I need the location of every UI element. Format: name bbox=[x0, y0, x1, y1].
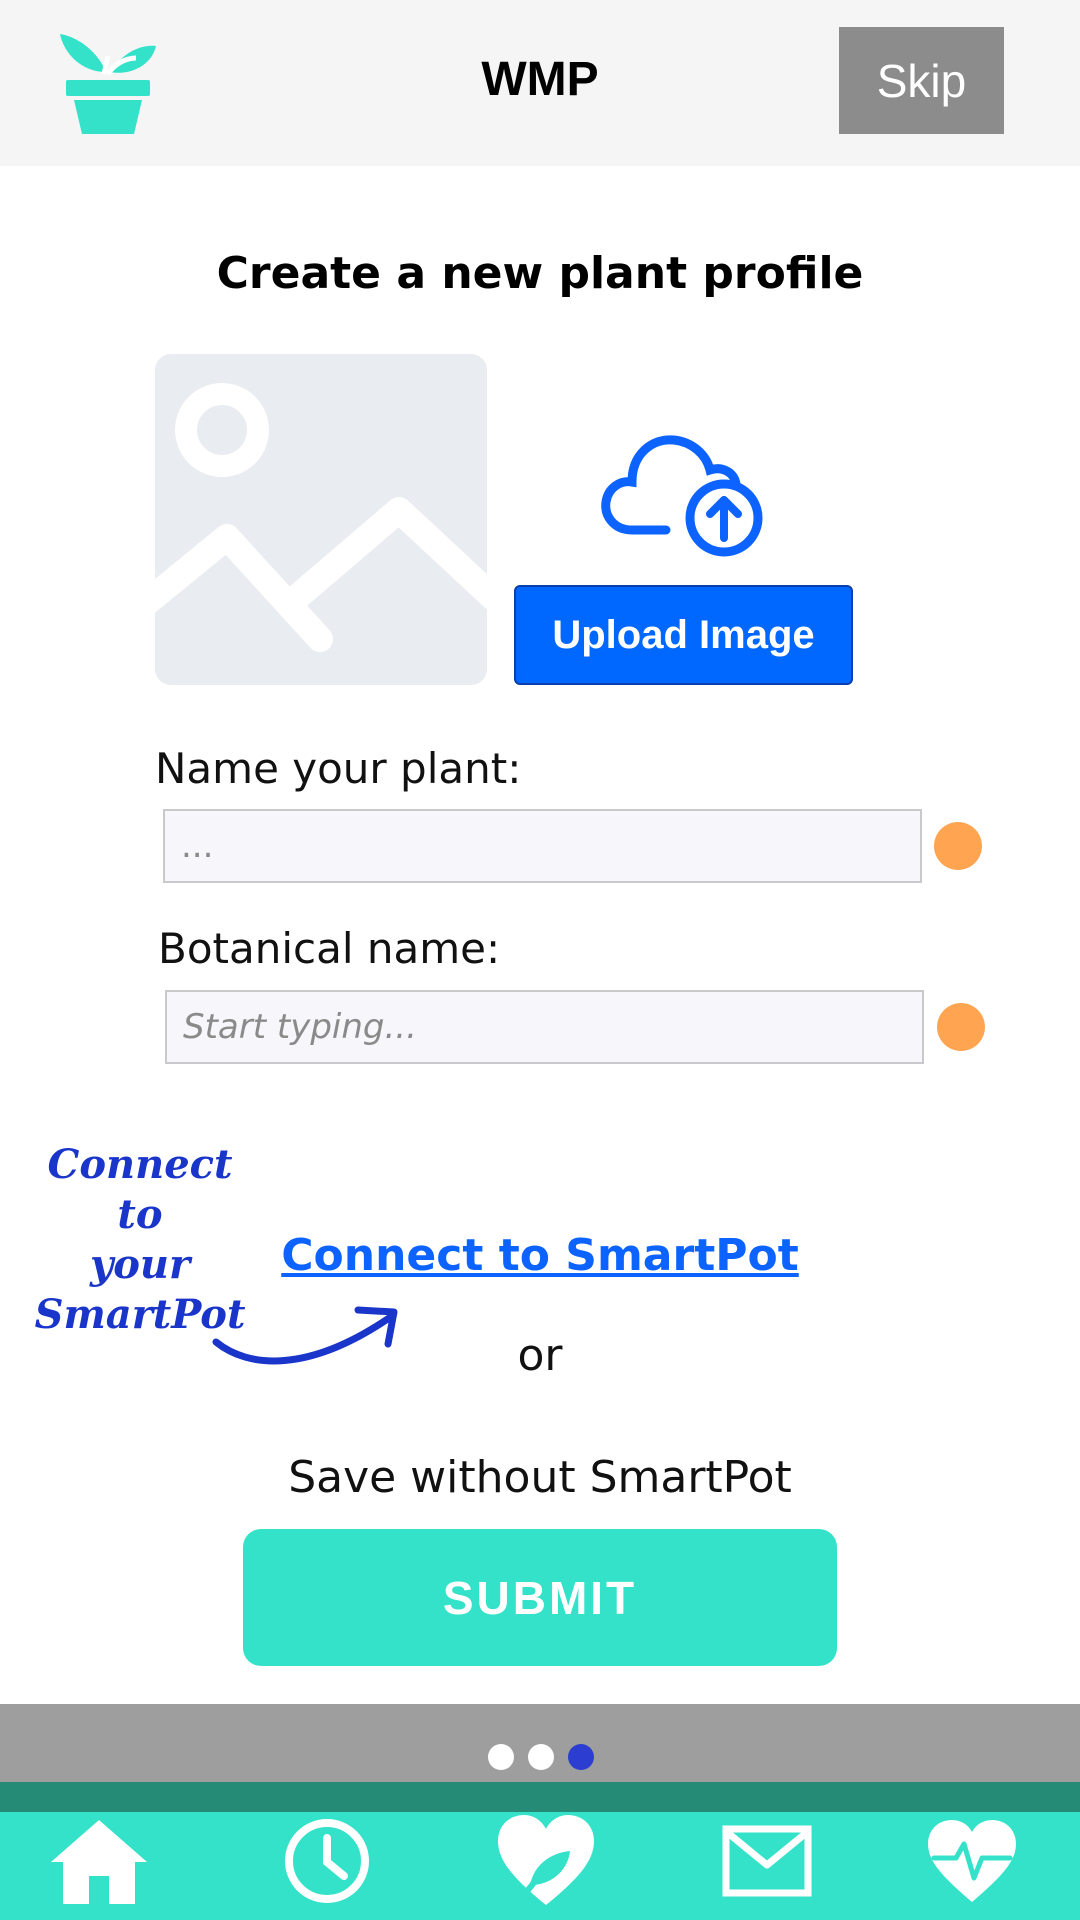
nav-messages[interactable] bbox=[712, 1806, 822, 1916]
plant-name-input[interactable]: ... bbox=[163, 809, 922, 883]
image-placeholder-icon bbox=[155, 354, 487, 685]
pager-dot[interactable] bbox=[488, 1744, 514, 1770]
nav-health[interactable] bbox=[917, 1806, 1027, 1916]
botanical-name-input[interactable]: Start typing... bbox=[165, 990, 924, 1064]
home-icon bbox=[51, 1820, 147, 1904]
cloud-upload-icon[interactable] bbox=[600, 418, 766, 558]
submit-button[interactable]: SUBMIT bbox=[243, 1529, 837, 1666]
save-without-smartpot[interactable]: Save without SmartPot bbox=[0, 1452, 1080, 1503]
nav-home[interactable] bbox=[44, 1806, 154, 1916]
status-dot bbox=[937, 1003, 985, 1051]
pager-bar bbox=[0, 1704, 1080, 1782]
skip-button[interactable]: Skip bbox=[839, 27, 1004, 134]
clock-icon bbox=[285, 1819, 369, 1903]
botanical-label: Botanical name: bbox=[158, 924, 501, 973]
pager-dot[interactable] bbox=[528, 1744, 554, 1770]
heart-pulse-icon bbox=[928, 1820, 1016, 1902]
or-separator: or bbox=[517, 1330, 563, 1381]
connect-smartpot-link[interactable]: Connect to SmartPot bbox=[0, 1230, 1080, 1281]
page-title: Create a new plant profile bbox=[216, 248, 864, 299]
status-dot bbox=[934, 822, 982, 870]
pager-dot-active[interactable] bbox=[568, 1744, 594, 1770]
nav-history[interactable] bbox=[272, 1806, 382, 1916]
mail-icon bbox=[722, 1825, 812, 1897]
nav-plants[interactable] bbox=[491, 1806, 601, 1916]
name-label: Name your plant: bbox=[155, 744, 522, 793]
heart-leaf-icon bbox=[498, 1815, 594, 1905]
upload-image-button[interactable]: Upload Image bbox=[514, 585, 853, 685]
